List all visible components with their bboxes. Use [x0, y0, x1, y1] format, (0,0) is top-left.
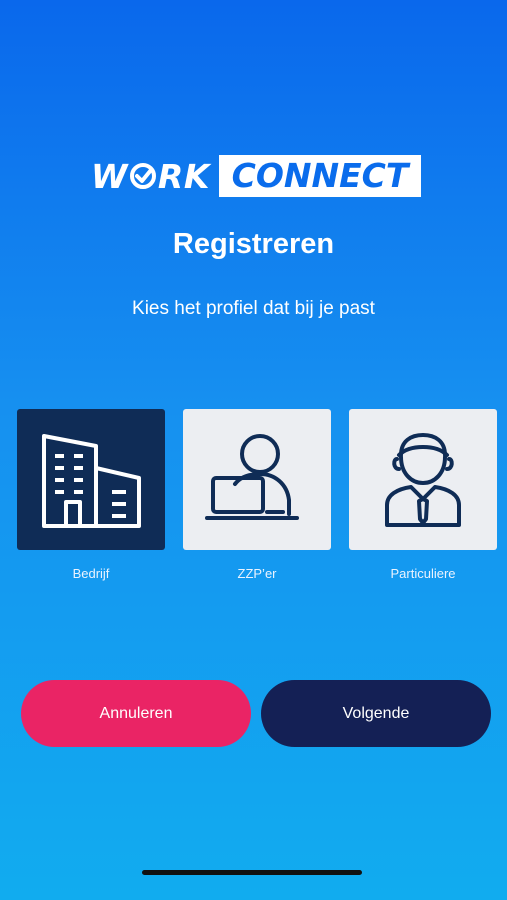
profile-label-bedrijf: Bedrijf	[72, 566, 110, 581]
freelancer-laptop-icon	[205, 433, 299, 520]
page-title: Registreren	[172, 228, 335, 260]
profile-card-zzper[interactable]	[183, 409, 331, 550]
app-logo: W RK CONNECT	[91, 155, 421, 197]
logo-work-text: W RK	[91, 156, 210, 196]
profile-card-particuliere[interactable]	[349, 409, 497, 550]
profile-label-zzper: ZZP’er	[237, 566, 277, 581]
profile-card-bedrijf[interactable]	[17, 409, 165, 550]
person-tie-icon	[385, 432, 461, 527]
page-subtitle: Kies het profiel dat bij je past	[132, 298, 375, 319]
next-button[interactable]: Volgende	[261, 680, 491, 747]
logo-connect-text: CONNECT	[219, 155, 421, 197]
home-indicator[interactable]	[142, 870, 362, 875]
building-icon	[42, 433, 141, 528]
cancel-button[interactable]: Annuleren	[21, 680, 251, 747]
profile-label-particuliere: Particuliere	[390, 566, 456, 581]
check-icon	[129, 163, 156, 189]
